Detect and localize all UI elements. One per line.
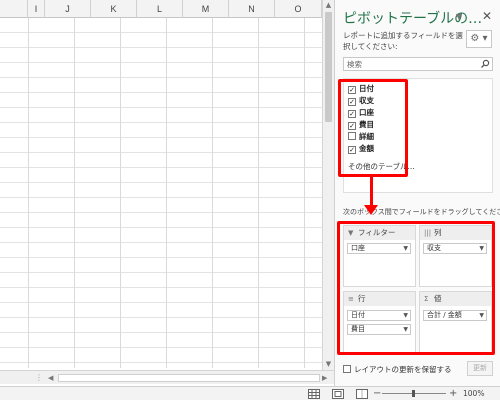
normal-view-icon[interactable] bbox=[308, 389, 320, 399]
page-break-preview-icon[interactable] bbox=[356, 389, 368, 399]
filter-area[interactable]: ▼ フィルター 口座 ▼ bbox=[343, 225, 416, 287]
field-list: ✓ 日付 ✓ 収支 ✓ 口座 ✓ 費目 詳細 ✓ 金額 その他のテーブル... bbox=[343, 78, 493, 193]
field-item-amount[interactable]: ✓ 金額 bbox=[348, 143, 374, 154]
field-item-income-expense[interactable]: ✓ 収支 bbox=[348, 95, 374, 106]
gear-icon: ⚙ ▾ bbox=[470, 33, 488, 44]
chevron-down-icon[interactable]: ▼ bbox=[479, 311, 484, 320]
pill-label: 合計 / 金額 bbox=[427, 311, 462, 319]
field-pill-date[interactable]: 日付 ▼ bbox=[347, 310, 411, 321]
column-header-m[interactable]: M bbox=[183, 0, 229, 18]
values-area[interactable]: Σ値 合計 / 金額 ▼ bbox=[419, 291, 492, 353]
field-pill-category[interactable]: 費目 ▼ bbox=[347, 324, 411, 335]
field-label: 日付 bbox=[359, 84, 374, 93]
field-item-account[interactable]: ✓ 口座 bbox=[348, 107, 374, 118]
field-item-detail[interactable]: 詳細 bbox=[348, 131, 374, 142]
rows-area-header: ≡ 行 bbox=[344, 292, 415, 306]
more-tables-link[interactable]: その他のテーブル... bbox=[348, 161, 415, 172]
values-area-header: Σ値 bbox=[420, 292, 491, 306]
filter-area-header: ▼ フィルター bbox=[344, 226, 415, 240]
column-header-partial bbox=[0, 0, 28, 18]
chevron-down-icon[interactable]: ▼ bbox=[403, 311, 408, 320]
field-search-box[interactable] bbox=[343, 57, 493, 71]
close-icon[interactable]: ✕ bbox=[480, 9, 494, 23]
page-layout-view-icon[interactable] bbox=[332, 389, 344, 399]
cell-grid[interactable] bbox=[0, 18, 322, 368]
columns-icon: ||| bbox=[424, 229, 432, 237]
tools-gear-button[interactable]: ⚙ ▾ bbox=[466, 30, 492, 48]
columns-area-label: 列 bbox=[434, 228, 442, 237]
scroll-right-icon[interactable]: ▶ bbox=[322, 374, 330, 382]
checkbox-checked-icon[interactable]: ✓ bbox=[348, 98, 356, 106]
column-header-n[interactable]: N bbox=[229, 0, 275, 18]
field-label: 口座 bbox=[359, 108, 374, 117]
filter-area-label: フィルター bbox=[358, 228, 396, 237]
checkbox-checked-icon[interactable]: ✓ bbox=[348, 122, 356, 130]
field-item-date[interactable]: ✓ 日付 bbox=[348, 83, 374, 94]
pane-options-chevron-icon[interactable]: ▼ bbox=[454, 12, 464, 22]
scroll-up-icon[interactable]: ▲ bbox=[325, 2, 332, 9]
zoom-out-icon[interactable]: − bbox=[373, 388, 381, 400]
column-header-l[interactable]: L bbox=[137, 0, 183, 18]
checkbox-checked-icon[interactable]: ✓ bbox=[348, 110, 356, 118]
pill-label: 費目 bbox=[351, 325, 365, 333]
columns-area-header: ||| 列 bbox=[420, 226, 491, 240]
column-header-k[interactable]: K bbox=[91, 0, 137, 18]
chevron-down-icon[interactable]: ▼ bbox=[479, 244, 484, 253]
field-pill-sum-amount[interactable]: 合計 / 金額 ▼ bbox=[423, 310, 487, 321]
field-label: 収支 bbox=[359, 96, 374, 105]
rows-icon: ≡ bbox=[348, 295, 354, 303]
pivot-fields-pane: ピボットテーブルの… ▼ ✕ レポートに追加するフィールドを選択してください: … bbox=[334, 0, 500, 386]
checkbox-unchecked-icon[interactable] bbox=[348, 132, 356, 140]
scroll-down-icon[interactable]: ▼ bbox=[325, 361, 332, 368]
field-pill-income-expense[interactable]: 収支 ▼ bbox=[423, 243, 487, 254]
pill-label: 収支 bbox=[427, 244, 441, 252]
zoom-in-icon[interactable]: + bbox=[449, 388, 457, 400]
status-bar: − + 100% bbox=[0, 386, 500, 400]
sigma-icon: Σ bbox=[424, 295, 429, 303]
field-pill-account[interactable]: 口座 ▼ bbox=[347, 243, 411, 254]
defer-update-label: レイアウトの更新を保留する bbox=[354, 365, 452, 374]
column-header-row: I J K L M N O bbox=[0, 0, 322, 18]
annotation-arrow-shaft bbox=[370, 177, 373, 205]
field-label: 金額 bbox=[359, 144, 374, 153]
column-header-j[interactable]: J bbox=[45, 0, 91, 18]
annotation-arrow-down-icon bbox=[364, 205, 378, 215]
horizontal-scrollbar[interactable] bbox=[58, 374, 320, 382]
values-area-label: 値 bbox=[434, 294, 442, 303]
defer-update-option[interactable]: レイアウトの更新を保留する bbox=[343, 364, 452, 375]
layout-areas: ▼ フィルター 口座 ▼ ||| 列 収支 ▼ ≡ 行 日付 ▼ 費目 ▼ Σ … bbox=[343, 225, 493, 355]
chevron-down-icon[interactable]: ▼ bbox=[403, 244, 408, 253]
scroll-left-icon[interactable]: ◀ bbox=[48, 374, 56, 382]
column-header-i[interactable]: I bbox=[28, 0, 45, 18]
chevron-down-icon[interactable]: ▼ bbox=[403, 325, 408, 334]
zoom-slider-thumb[interactable] bbox=[412, 390, 415, 397]
vertical-scrollbar[interactable]: ▲ ▼ bbox=[322, 0, 334, 370]
rows-area-label: 行 bbox=[358, 294, 366, 303]
column-header-o[interactable]: O bbox=[275, 0, 322, 18]
checkbox-checked-icon[interactable]: ✓ bbox=[348, 146, 356, 154]
pill-label: 口座 bbox=[351, 244, 365, 252]
pill-label: 日付 bbox=[351, 311, 365, 319]
spreadsheet: I J K L M N O bbox=[0, 0, 322, 386]
field-label: 詳細 bbox=[359, 132, 374, 141]
checkbox-unchecked-icon[interactable] bbox=[343, 365, 351, 373]
columns-area[interactable]: ||| 列 収支 ▼ bbox=[419, 225, 492, 287]
search-icon[interactable] bbox=[480, 59, 490, 69]
rows-area[interactable]: ≡ 行 日付 ▼ 費目 ▼ bbox=[343, 291, 416, 353]
field-label: 費目 bbox=[359, 120, 374, 129]
pane-instructions: レポートに追加するフィールドを選択してください: bbox=[343, 31, 463, 51]
filter-icon: ▼ bbox=[348, 229, 354, 237]
update-button[interactable]: 更新 bbox=[467, 361, 493, 376]
vertical-scroll-thumb[interactable] bbox=[325, 12, 332, 122]
horizontal-scroll-row: ⋮ ◀ ▶ bbox=[0, 370, 334, 384]
split-handle-icon[interactable]: ⋮ bbox=[34, 372, 44, 384]
search-input[interactable] bbox=[344, 58, 478, 70]
checkbox-checked-icon[interactable]: ✓ bbox=[348, 86, 356, 94]
field-item-category[interactable]: ✓ 費目 bbox=[348, 119, 374, 130]
zoom-level[interactable]: 100% bbox=[463, 389, 484, 398]
